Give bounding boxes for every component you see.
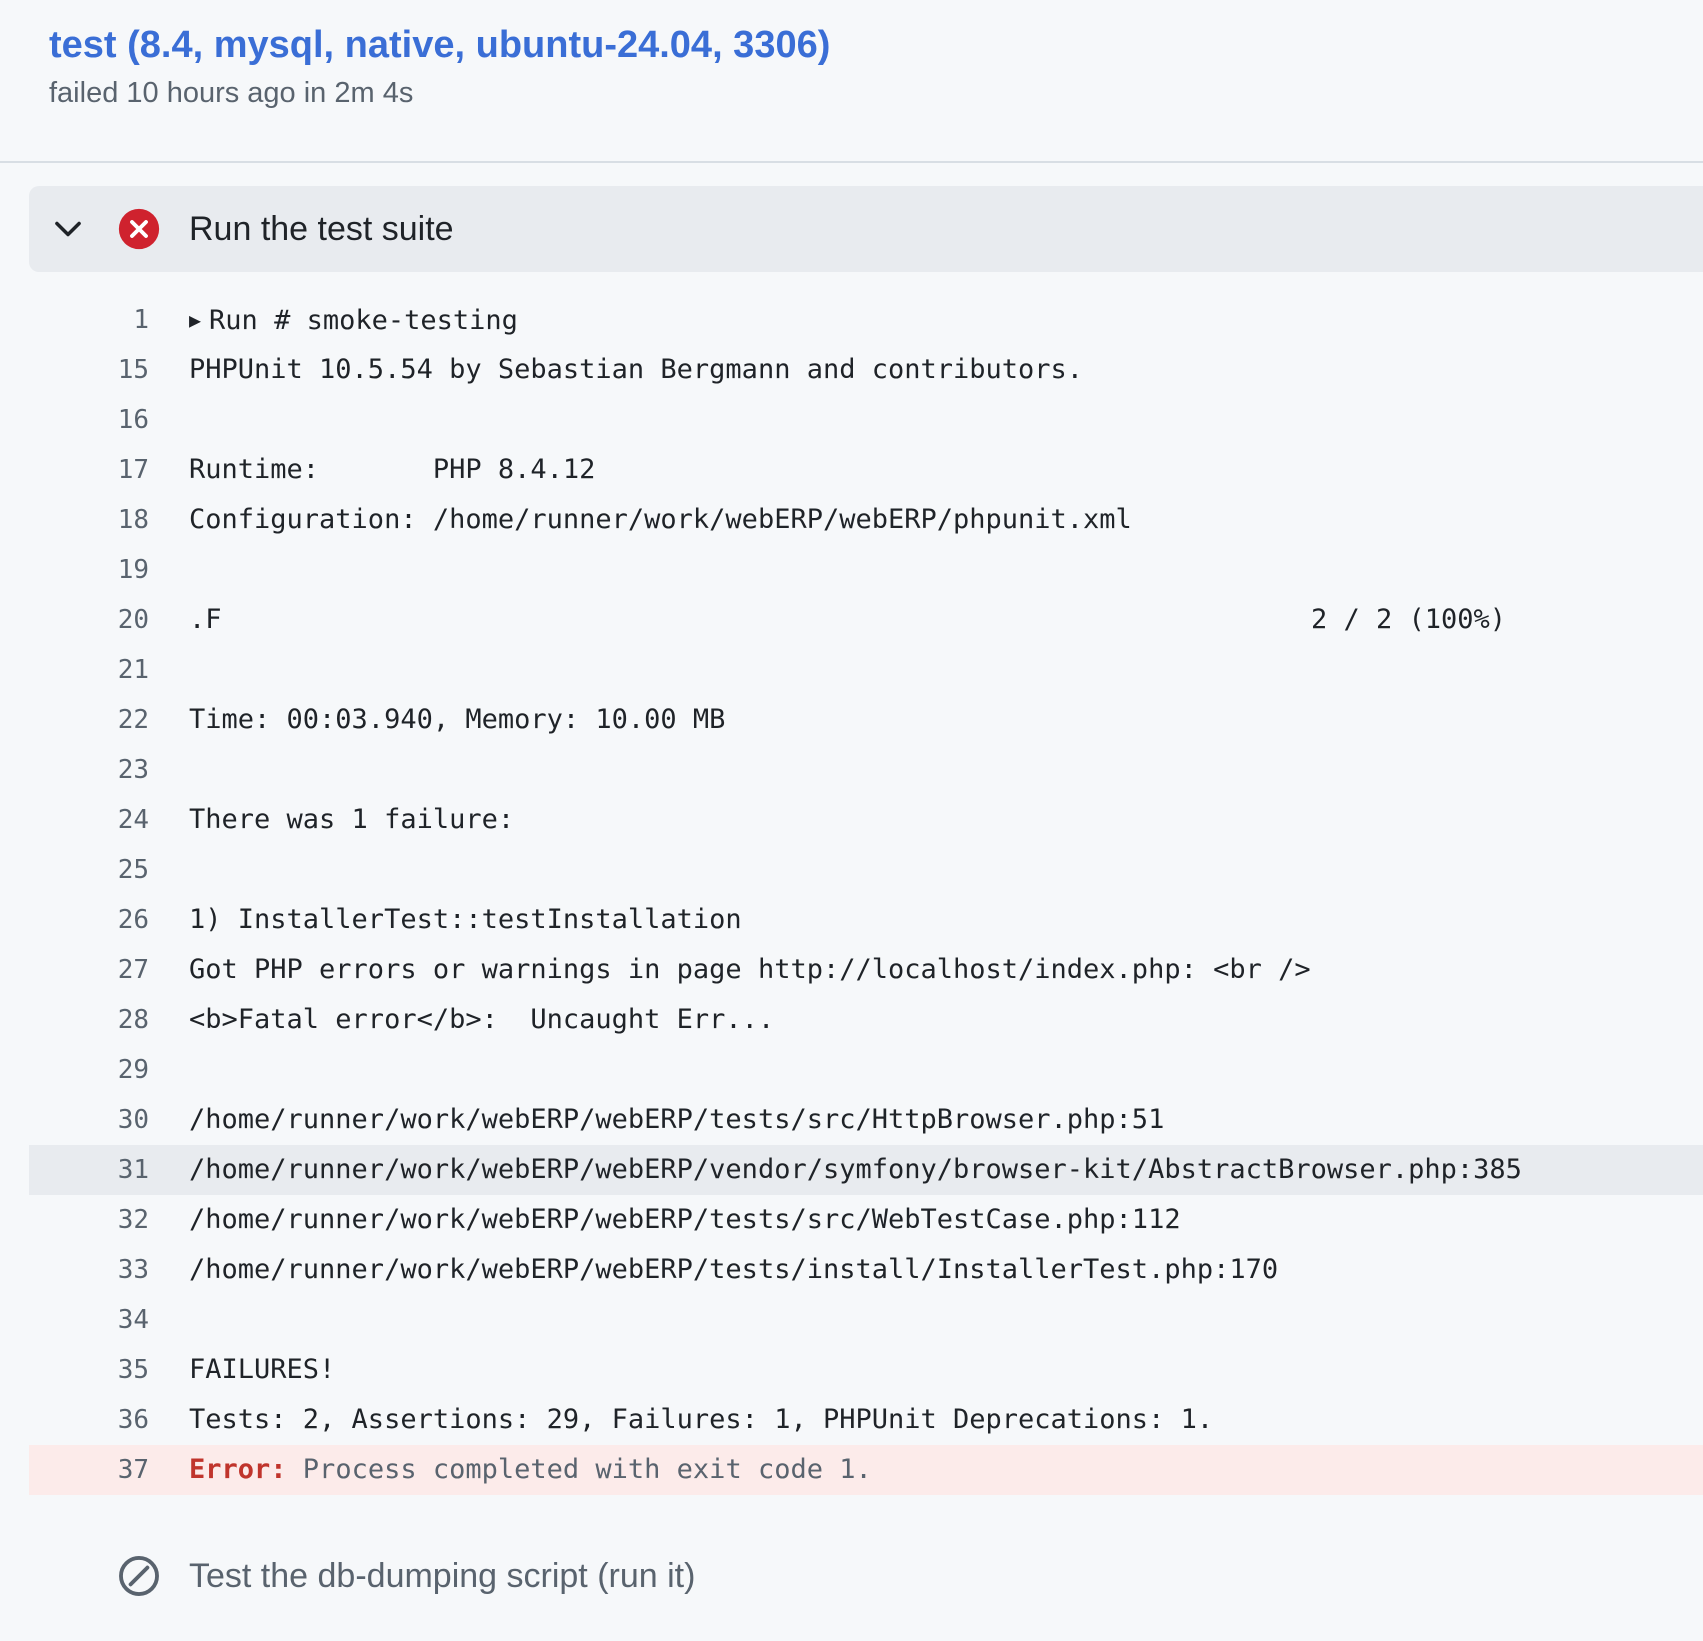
line-number[interactable]: 25 <box>29 845 149 895</box>
log-line-text: /home/runner/work/webERP/webERP/tests/in… <box>189 1245 1278 1295</box>
log-text: PHPUnit 10.5.54 by Sebastian Bergmann an… <box>189 354 1084 385</box>
progress-text: 2 / 2 (100%) <box>1311 604 1507 635</box>
log-line[interactable]: 20 .F 2 / 2 (100%) <box>29 595 1703 645</box>
log-line[interactable]: 30/home/runner/work/webERP/webERP/tests/… <box>29 1095 1703 1145</box>
line-number[interactable]: 23 <box>29 745 149 795</box>
line-number[interactable]: 32 <box>29 1195 149 1245</box>
log-text: Runtime: PHP 8.4.12 <box>189 454 596 485</box>
line-number[interactable]: 28 <box>29 995 149 1045</box>
log-text: Configuration: /home/runner/work/webERP/… <box>189 504 1132 535</box>
log-line-text: Runtime: PHP 8.4.12 <box>189 445 595 495</box>
log-line-text: 1) InstallerTest::testInstallation <box>189 895 742 945</box>
line-number[interactable]: 20 <box>29 595 149 645</box>
log-text: FAILURES! <box>189 1354 336 1385</box>
log-line[interactable]: 36 Tests: 2, Assertions: 29, Failures: 1,… <box>29 1395 1703 1445</box>
log-text: /home/runner/work/webERP/webERP/tests/in… <box>189 1254 1279 1285</box>
log-line[interactable]: 18 Configuration: /home/runner/work/webER… <box>29 495 1703 545</box>
log-line[interactable]: 24 There was 1 failure: <box>29 795 1703 845</box>
log-line-text: There was 1 failure: <box>189 795 514 845</box>
log-line[interactable]: 33/home/runner/work/webERP/webERP/tests/… <box>29 1245 1703 1295</box>
log-text: /home/runner/work/webERP/webERP/vendor/s… <box>189 1154 1522 1185</box>
step-title: Test the db-dumping script (run it) <box>189 1557 696 1595</box>
log-line[interactable]: 29 <box>29 1045 1703 1095</box>
job-header: test (8.4, mysql, native, ubuntu-24.04, … <box>0 0 1703 163</box>
step-run-test-suite[interactable]: Run the test suite <box>29 186 1703 272</box>
log-text: /home/runner/work/webERP/webERP/tests/sr… <box>189 1104 1165 1135</box>
line-number[interactable]: 35 <box>29 1345 149 1395</box>
line-number[interactable]: 1 <box>29 295 149 345</box>
job-status-text: failed 10 hours ago in 2m 4s <box>49 77 414 109</box>
log-line[interactable]: 31/home/runner/work/webERP/webERP/vendor… <box>29 1145 1703 1195</box>
log-line[interactable]: 26 1) InstallerTest::testInstallation <box>29 895 1703 945</box>
log-text: <b>Fatal error</b>: Uncaught Err... <box>189 1004 775 1035</box>
log-line[interactable]: 1 ▶ Run # smoke-testing <box>29 295 1703 345</box>
log-line-text: PHPUnit 10.5.54 by Sebastian Bergmann an… <box>189 345 1083 395</box>
log-line-text: ▶ Run # smoke-testing <box>189 295 518 346</box>
log-line-text: .F <box>189 595 222 645</box>
log-line-text: /home/runner/work/webERP/webERP/tests/sr… <box>189 1095 1164 1145</box>
triangle-right-icon[interactable]: ▶ <box>189 295 201 345</box>
log-line[interactable]: 34 <box>29 1295 1703 1345</box>
line-number[interactable]: 30 <box>29 1095 149 1145</box>
error-label: Error: <box>189 1454 287 1485</box>
log-line-text: FAILURES! <box>189 1345 335 1395</box>
line-number[interactable]: 17 <box>29 445 149 495</box>
log-text: There was 1 failure: <box>189 804 515 835</box>
log-line[interactable]: 27 Got PHP errors or warnings in page htt… <box>29 945 1703 995</box>
line-number[interactable]: 16 <box>29 395 149 445</box>
log-line-text: Configuration: /home/runner/work/webERP/… <box>189 495 1132 545</box>
log-line-text: /home/runner/work/webERP/webERP/vendor/s… <box>189 1145 1522 1195</box>
log-line[interactable]: 19 <box>29 545 1703 595</box>
job-title[interactable]: test (8.4, mysql, native, ubuntu-24.04, … <box>49 20 830 70</box>
log-text: Process completed with exit code 1. <box>286 1454 872 1485</box>
log-line[interactable]: 35 FAILURES! <box>29 1345 1703 1395</box>
log-output: 1 ▶ Run # smoke-testing 15 PHPUnit 10.5.54 b… <box>29 295 1703 1495</box>
log-text: Tests: 2, Assertions: 29, Failures: 1, P… <box>189 1404 1214 1435</box>
log-text: /home/runner/work/webERP/webERP/tests/sr… <box>189 1204 1181 1235</box>
log-text: Time: 00:03.940, Memory: 10.00 MB <box>189 704 726 735</box>
line-number[interactable]: 22 <box>29 695 149 745</box>
log-line-text: Tests: 2, Assertions: 29, Failures: 1, P… <box>189 1395 1213 1445</box>
line-number[interactable]: 37 <box>29 1445 149 1495</box>
log-line[interactable]: 15 PHPUnit 10.5.54 by Sebastian Bergmann … <box>29 345 1703 395</box>
log-text: 1) InstallerTest::testInstallation <box>189 904 742 935</box>
line-number[interactable]: 18 <box>29 495 149 545</box>
line-number[interactable]: 26 <box>29 895 149 945</box>
line-number[interactable]: 33 <box>29 1245 149 1295</box>
x-circle-fill-icon <box>118 208 160 250</box>
log-line[interactable]: 37 Error: Process completed with exit cod… <box>29 1445 1703 1495</box>
log-line[interactable]: 28 <b>Fatal error</b>: Uncaught Err... <box>29 995 1703 1045</box>
log-line[interactable]: 17 Runtime: PHP 8.4.12 <box>29 445 1703 495</box>
line-number[interactable]: 31 <box>29 1145 149 1195</box>
log-line-text: /home/runner/work/webERP/webERP/tests/sr… <box>189 1195 1181 1245</box>
log-line[interactable]: 16 <box>29 395 1703 445</box>
line-number[interactable]: 27 <box>29 945 149 995</box>
step-test-db-dumping-script[interactable]: Test the db-dumping script (run it) <box>29 1534 1703 1620</box>
log-line[interactable]: 22 Time: 00:03.940, Memory: 10.00 MB <box>29 695 1703 745</box>
line-number[interactable]: 29 <box>29 1045 149 1095</box>
log-text: Run # smoke-testing <box>209 305 518 336</box>
log-text: Got PHP errors or warnings in page http:… <box>189 954 1311 985</box>
log-line[interactable]: 21 <box>29 645 1703 695</box>
log-line[interactable]: 25 <box>29 845 1703 895</box>
chevron-down-icon[interactable] <box>49 210 87 248</box>
line-number[interactable]: 34 <box>29 1295 149 1345</box>
log-line[interactable]: 23 <box>29 745 1703 795</box>
line-number[interactable]: 36 <box>29 1395 149 1445</box>
step-title: Run the test suite <box>189 210 454 248</box>
log-text: .F <box>189 604 222 635</box>
line-number[interactable]: 24 <box>29 795 149 845</box>
log-line-text: <b>Fatal error</b>: Uncaught Err... <box>189 995 774 1045</box>
log-line-text: Error: Process completed with exit code … <box>189 1445 872 1495</box>
log-line-text: Got PHP errors or warnings in page http:… <box>189 945 1311 995</box>
log-line[interactable]: 32/home/runner/work/webERP/webERP/tests/… <box>29 1195 1703 1245</box>
log-line-text: Time: 00:03.940, Memory: 10.00 MB <box>189 695 725 745</box>
skip-icon <box>119 1556 159 1596</box>
line-number[interactable]: 21 <box>29 645 149 695</box>
line-number[interactable]: 19 <box>29 545 149 595</box>
line-number[interactable]: 15 <box>29 345 149 395</box>
